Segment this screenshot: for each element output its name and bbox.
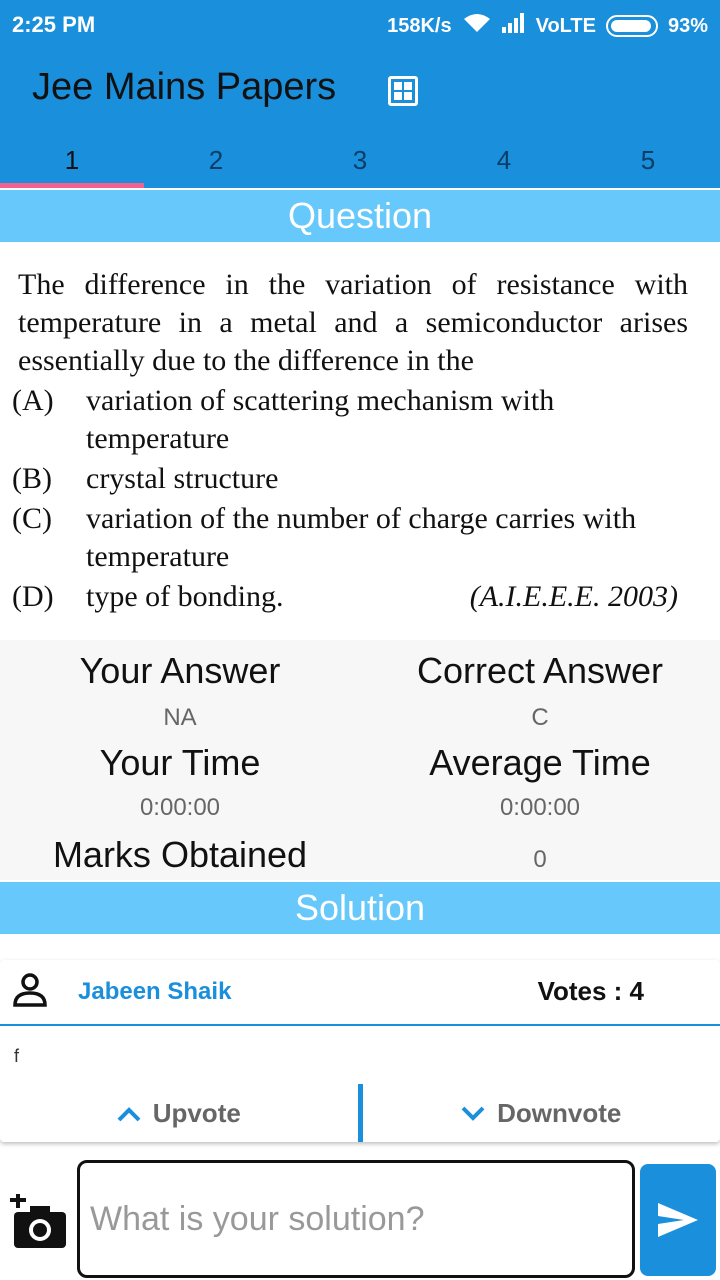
- solution-card: Jabeen Shaik Votes : 4 f Upvote Downvote: [0, 960, 720, 1142]
- marks-value: 0: [533, 846, 547, 873]
- option-text: type of bonding.: [86, 580, 284, 613]
- tab-1[interactable]: 1: [0, 140, 144, 188]
- tab-4[interactable]: 4: [432, 140, 576, 188]
- solution-card-header: Jabeen Shaik Votes : 4: [0, 960, 720, 1026]
- solution-author[interactable]: Jabeen Shaik: [78, 978, 231, 1006]
- question-stem: The difference in the variation of resis…: [18, 268, 688, 377]
- tab-5[interactable]: 5: [576, 140, 720, 188]
- send-icon: [658, 1203, 698, 1237]
- correct-answer-label: Correct Answer: [416, 650, 664, 691]
- solution-input[interactable]: [77, 1160, 635, 1278]
- option-label: (D): [12, 580, 54, 613]
- signal-icon: [501, 13, 526, 39]
- option-text: variation of scattering mechanism with t…: [86, 384, 555, 455]
- network-speed: 158K/s: [387, 14, 452, 37]
- network-type: VoLTE: [535, 14, 596, 37]
- person-icon: [13, 973, 47, 1007]
- tab-bar: 1 2 3 4 5: [0, 140, 720, 188]
- vote-row: Upvote Downvote: [0, 1084, 720, 1142]
- option-label: (A): [12, 384, 54, 417]
- average-time-value: 0:00:00: [499, 794, 581, 821]
- option-label: (B): [12, 462, 52, 495]
- question-source: (A.I.E.E.E. 2003): [469, 580, 678, 613]
- your-time-value: 0:00:00: [139, 794, 221, 821]
- marks-label: Marks Obtained: [52, 834, 308, 875]
- your-answer-value: NA: [163, 704, 197, 731]
- question-header: Question: [0, 190, 720, 242]
- add-photo-icon[interactable]: [8, 1194, 68, 1250]
- downvote-button[interactable]: Downvote: [363, 1084, 720, 1142]
- option-c: (C) variation of the number of charge ca…: [12, 500, 692, 576]
- app-title: Jee Mains Papers: [32, 66, 337, 108]
- upvote-label: Upvote: [152, 1097, 241, 1128]
- status-bar: 2:25 PM 158K/s VoLTE 93%: [0, 0, 720, 48]
- battery-icon: [605, 15, 658, 37]
- tab-2[interactable]: 2: [144, 140, 288, 188]
- status-right: 158K/s VoLTE 93%: [377, 12, 708, 40]
- calculator-icon[interactable]: [388, 76, 418, 106]
- status-time: 2:25 PM: [12, 12, 96, 37]
- option-label: (C): [12, 502, 52, 535]
- solution-composer: [0, 1150, 720, 1280]
- option-a: (A) variation of scattering mechanism wi…: [12, 382, 692, 458]
- correct-answer-value: C: [531, 704, 549, 731]
- your-time-label: Your Time: [99, 742, 261, 783]
- vote-count: Votes : 4: [537, 976, 644, 1006]
- average-time-label: Average Time: [429, 742, 651, 783]
- wifi-icon: [462, 12, 492, 40]
- option-text: variation of the number of charge carrie…: [86, 502, 637, 573]
- results-panel: Your Answer NA Correct Answer C Your Tim…: [0, 640, 720, 880]
- tab-3[interactable]: 3: [288, 140, 432, 188]
- send-button[interactable]: [640, 1164, 716, 1276]
- option-b: (B) crystal structure: [12, 460, 692, 498]
- app-bar: Jee Mains Papers 1 2 3 4 5: [0, 48, 720, 188]
- solution-header: Solution: [0, 882, 720, 934]
- upvote-button[interactable]: Upvote: [0, 1084, 358, 1142]
- battery-level: 93%: [667, 14, 708, 37]
- your-answer-label: Your Answer: [79, 650, 281, 691]
- question-body: The difference in the variation of resis…: [0, 242, 720, 640]
- option-text: crystal structure: [86, 462, 279, 495]
- chevron-down-icon: [461, 1098, 485, 1129]
- chevron-up-icon: [117, 1098, 141, 1129]
- solution-text: f: [14, 1046, 20, 1066]
- downvote-label: Downvote: [497, 1097, 622, 1128]
